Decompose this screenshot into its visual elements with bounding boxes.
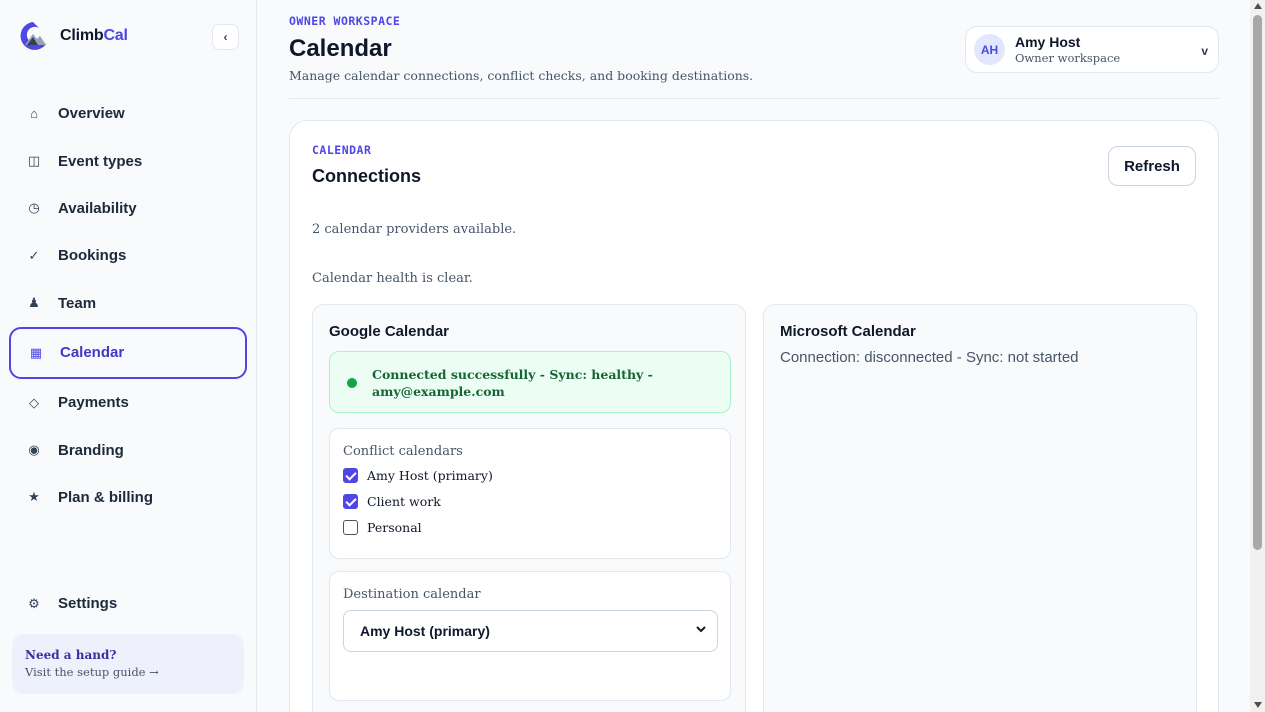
- google-calendar-panel: Google Calendar Connected successfully -…: [312, 304, 746, 712]
- connection-status-text: Connected successfully - Sync: healthy -…: [372, 367, 653, 399]
- gear-icon: ⚙: [28, 595, 40, 611]
- sidebar-item-event-types[interactable]: ◫ Event types: [9, 137, 247, 184]
- microsoft-status-text: Connection: disconnected - Sync: not sta…: [780, 349, 1079, 366]
- sidebar-item-label: Plan & billing: [58, 488, 154, 506]
- app-logo[interactable]: ClimbCal: [18, 20, 128, 52]
- page-scrollbar[interactable]: [1250, 0, 1265, 712]
- card-title: Connections: [312, 166, 422, 186]
- sidebar-item-label: Settings: [58, 595, 118, 613]
- providers-count-text: 2 calendar providers available.: [312, 222, 517, 237]
- sidebar-item-label: Calendar: [60, 344, 125, 362]
- scroll-up-arrow-icon[interactable]: [1254, 3, 1262, 9]
- sidebar-item-team[interactable]: ♟ Team: [9, 280, 247, 327]
- app-name: ClimbCal: [60, 27, 128, 44]
- help-title: Need a hand?: [25, 648, 117, 662]
- sidebar: ClimbCal ‹ ⌂ Overview ◫ Event types ◷ Avail…: [0, 0, 257, 712]
- scroll-down-arrow-icon[interactable]: [1254, 702, 1262, 708]
- sidebar-item-settings[interactable]: ⚙ Settings: [9, 580, 247, 627]
- help-card[interactable]: Need a hand? Visit the setup guide →: [12, 634, 244, 694]
- conflict-calendars-label: Conflict calendars: [343, 444, 463, 459]
- status-dot-icon: [347, 378, 357, 388]
- checkbox-unchecked[interactable]: [343, 520, 358, 535]
- sidebar-item-bookings[interactable]: ✓ Bookings: [9, 232, 247, 279]
- google-calendar-title: Google Calendar: [329, 323, 450, 340]
- sidebar-nav: ⌂ Overview ◫ Event types ◷ Availability ✓ Bo…: [9, 90, 247, 521]
- scrollbar-thumb[interactable]: [1253, 15, 1262, 550]
- sidebar-item-label: Payments: [58, 394, 129, 412]
- sidebar-item-calendar[interactable]: ▦ Calendar: [9, 326, 247, 379]
- card-eyebrow: CALENDAR: [312, 143, 372, 157]
- conflict-option-personal[interactable]: Personal: [343, 520, 422, 535]
- select-value: Amy Host (primary): [360, 623, 490, 639]
- destination-calendar-select[interactable]: Amy Host (primary): [343, 610, 718, 652]
- sidebar-item-branding[interactable]: ◉ Branding: [9, 426, 247, 473]
- page-title: Calendar: [289, 35, 392, 62]
- conflict-option-amy-host[interactable]: Amy Host (primary): [343, 468, 493, 483]
- home-icon: ⌂: [30, 106, 38, 122]
- chevron-down-icon: [696, 626, 706, 633]
- sidebar-item-label: Availability: [58, 199, 137, 217]
- destination-calendar-label: Destination calendar: [343, 587, 481, 602]
- calendar-health-text: Calendar health is clear.: [312, 271, 473, 286]
- sidebar-item-label: Branding: [58, 441, 124, 459]
- sidebar-item-label: Team: [58, 294, 97, 312]
- chevron-left-icon: ‹: [223, 30, 228, 44]
- settings-section: ⚙ Settings: [9, 580, 247, 627]
- refresh-button[interactable]: Refresh: [1108, 146, 1196, 186]
- circle-dot-icon: ◉: [28, 442, 40, 458]
- clock-icon: ◷: [28, 200, 40, 216]
- workspace-eyebrow: OWNER WORKSPACE: [289, 14, 401, 28]
- destination-calendar-box: Destination calendar Amy Host (primary): [329, 571, 731, 701]
- chevron-down-icon: v: [1201, 44, 1208, 58]
- sidebar-item-label: Event types: [58, 152, 143, 170]
- collapse-sidebar-button[interactable]: ‹: [212, 24, 239, 50]
- sidebar-item-payments[interactable]: ◇ Payments: [9, 379, 247, 426]
- checkbox-label: Client work: [367, 494, 441, 509]
- checkbox-checked[interactable]: [343, 494, 358, 509]
- sidebar-item-overview[interactable]: ⌂ Overview: [9, 90, 247, 137]
- setup-guide-link[interactable]: Visit the setup guide →: [25, 665, 231, 679]
- microsoft-calendar-title: Microsoft Calendar: [780, 323, 916, 340]
- checkbox-checked[interactable]: [343, 468, 358, 483]
- calendar-grid-icon: ▦: [29, 344, 43, 360]
- climbcal-logo-icon: [20, 22, 46, 50]
- page-header: OWNER WORKSPACE Calendar Manage calendar…: [289, 0, 1219, 99]
- user-menu-button[interactable]: AH Amy Host Owner workspace v: [965, 26, 1219, 73]
- microsoft-calendar-panel: Microsoft Calendar Connection: disconnec…: [763, 304, 1197, 712]
- conflict-calendars-box: Conflict calendars Amy Host (primary) Cl…: [329, 428, 731, 559]
- sidebar-item-label: Overview: [58, 105, 125, 123]
- avatar: AH: [974, 34, 1005, 65]
- user-name: Amy Host: [1015, 34, 1081, 50]
- sidebar-item-label: Bookings: [58, 247, 127, 265]
- checkbox-label: Amy Host (primary): [367, 468, 493, 483]
- diamond-icon: ◇: [29, 394, 39, 410]
- conflict-option-client-work[interactable]: Client work: [343, 494, 441, 509]
- page-subtitle: Manage calendar connections, conflict ch…: [289, 68, 754, 83]
- columns-icon: ◫: [27, 153, 41, 169]
- connections-card: CALENDAR Connections Refresh 2 calendar …: [289, 120, 1219, 712]
- user-role: Owner workspace: [1015, 51, 1121, 65]
- star-icon: ★: [28, 489, 40, 505]
- sidebar-item-availability[interactable]: ◷ Availability: [9, 185, 247, 232]
- checkbox-label: Personal: [367, 520, 422, 535]
- check-icon: ✓: [28, 247, 40, 263]
- person-icon: ♟: [28, 295, 40, 311]
- sidebar-item-plan-billing[interactable]: ★ Plan & billing: [9, 474, 247, 521]
- connection-status-banner: Connected successfully - Sync: healthy -…: [329, 351, 731, 413]
